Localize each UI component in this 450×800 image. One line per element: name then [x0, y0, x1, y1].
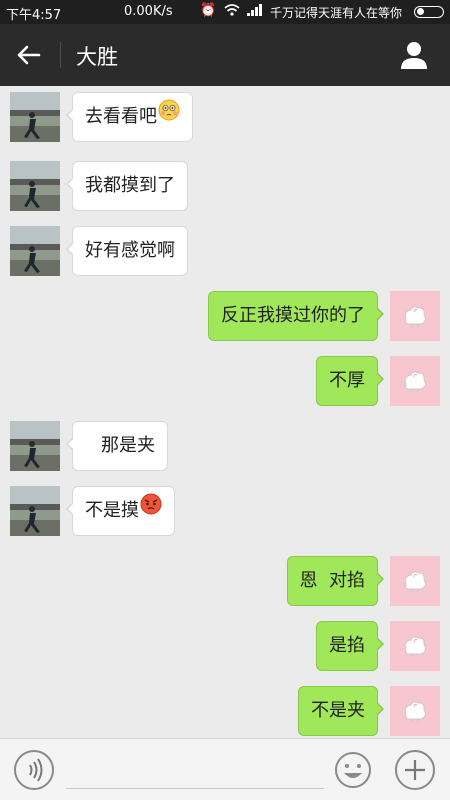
signal-icon	[246, 3, 264, 20]
chat-message-list[interactable]: 去看看吧 我都摸到了 好有感觉啊 反正我摸过你的了 不厚 那是夹 不是摸 恩 对…	[0, 86, 450, 738]
my-avatar[interactable]	[390, 621, 440, 671]
friend-avatar[interactable]	[10, 421, 60, 471]
message-text: 恩 对掐	[299, 570, 365, 591]
message-bubble-outgoing[interactable]: 不厚	[316, 356, 384, 406]
message-bubble-incoming[interactable]: 去看看吧	[66, 92, 193, 142]
message-bubble-outgoing[interactable]: 反正我摸过你的了	[208, 291, 384, 341]
message-text: 去看看吧	[85, 106, 157, 127]
message-text: 反正我摸过你的了	[221, 305, 365, 326]
emoji-icon[interactable]	[333, 750, 373, 790]
message-text: 我都摸到了	[85, 175, 175, 196]
message-text: 不是夹	[311, 700, 365, 721]
friend-avatar[interactable]	[10, 226, 60, 276]
message-bubble-outgoing[interactable]: 不是夹	[298, 686, 384, 736]
message-text: 不是摸	[85, 500, 139, 521]
friend-avatar[interactable]	[10, 161, 60, 211]
chat-title: 大胜	[76, 45, 118, 69]
status-bar: 下午4:57 0.00K/s ⏰ 千万记得天涯有人在等你	[0, 0, 450, 24]
battery-icon	[414, 6, 444, 18]
back-arrow-icon[interactable]	[10, 37, 46, 73]
alarm-icon: ⏰	[200, 3, 217, 18]
my-avatar[interactable]	[390, 556, 440, 606]
message-bubble-outgoing[interactable]: 恩 对掐	[286, 556, 385, 606]
status-time: 下午4:57	[6, 8, 62, 23]
message-bubble-outgoing[interactable]: 是掐	[316, 621, 384, 671]
message-text: 是掐	[329, 635, 365, 656]
angry-face-icon	[140, 486, 162, 534]
my-avatar[interactable]	[390, 686, 440, 736]
message-bubble-incoming[interactable]: 我都摸到了	[66, 161, 188, 211]
message-text: 那是夹	[101, 435, 155, 456]
plus-icon[interactable]	[395, 750, 435, 790]
chat-header: 大胜	[0, 24, 450, 86]
marquee-text: 千万记得天涯有人在等你	[270, 6, 403, 20]
message-input[interactable]	[66, 749, 324, 789]
wifi-icon	[224, 3, 240, 20]
message-bubble-incoming[interactable]: 那是夹	[66, 421, 168, 471]
voice-input-icon[interactable]	[14, 750, 54, 790]
my-avatar[interactable]	[390, 356, 440, 406]
header-divider	[60, 42, 61, 68]
message-input-bar	[0, 738, 450, 800]
message-text: 好有感觉啊	[85, 240, 175, 261]
person-icon[interactable]	[396, 37, 432, 73]
flushed-face-icon	[158, 92, 180, 140]
message-bubble-incoming[interactable]: 不是摸	[66, 486, 175, 536]
my-avatar[interactable]	[390, 291, 440, 341]
message-bubble-incoming[interactable]: 好有感觉啊	[66, 226, 188, 276]
friend-avatar[interactable]	[10, 486, 60, 536]
friend-avatar[interactable]	[10, 92, 60, 142]
message-text: 不厚	[329, 370, 365, 391]
network-speed: 0.00K/s	[124, 4, 173, 19]
